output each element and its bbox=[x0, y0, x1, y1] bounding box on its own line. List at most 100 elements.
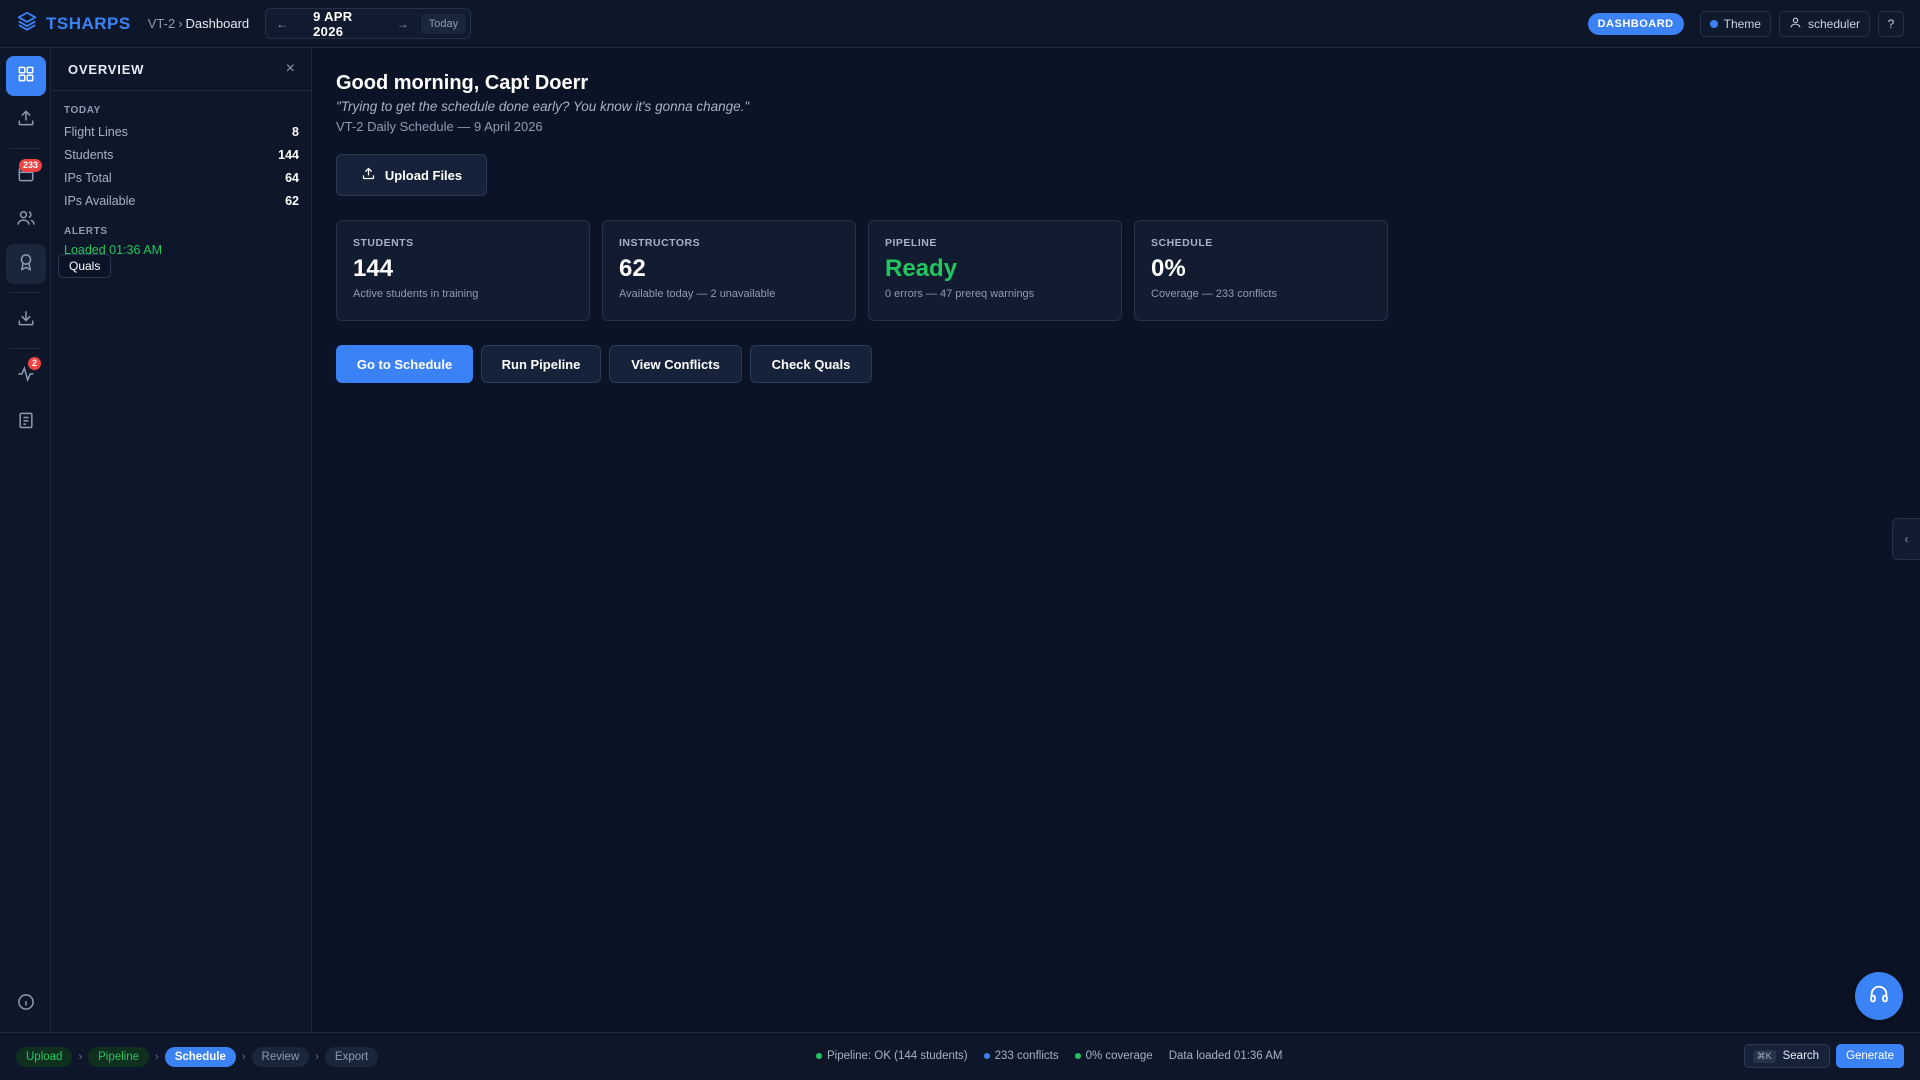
rail-schedule[interactable]: 233 bbox=[6, 156, 46, 196]
mode-badge[interactable]: DASHBOARD bbox=[1587, 13, 1684, 35]
rail-log[interactable] bbox=[6, 402, 46, 442]
theme-label: Theme bbox=[1723, 17, 1761, 31]
card-label: STUDENTS bbox=[353, 237, 414, 249]
card-label: SCHEDULE bbox=[1151, 237, 1213, 249]
theme-dot-icon bbox=[1709, 20, 1718, 28]
status-conflicts-text: 233 conflicts bbox=[994, 1050, 1059, 1062]
quals-tooltip: Quals bbox=[58, 254, 112, 278]
expand-right-panel-button[interactable]: ‹ bbox=[1892, 518, 1920, 560]
workflow-steps: Upload › Pipeline › Schedule › Review › … bbox=[16, 1047, 379, 1067]
card-subtext: Active students in training bbox=[353, 288, 479, 300]
schedule-badge: 233 bbox=[19, 159, 43, 172]
search-shortcut-kbd: ⌘K bbox=[1752, 1049, 1776, 1063]
rail-divider bbox=[10, 292, 41, 293]
activity-badge: 2 bbox=[28, 357, 42, 370]
next-day-button[interactable]: → bbox=[397, 17, 409, 31]
prev-day-button[interactable]: ← bbox=[276, 17, 288, 31]
step-separator: › bbox=[315, 1051, 319, 1063]
headphones-icon bbox=[1868, 983, 1890, 1010]
bottom-bar: Upload › Pipeline › Schedule › Review › … bbox=[0, 1032, 1920, 1080]
brand[interactable]: TSHARPS bbox=[16, 10, 131, 37]
card-value: Ready bbox=[885, 255, 958, 282]
step-upload[interactable]: Upload bbox=[16, 1047, 73, 1067]
status-pipeline-text: Pipeline: OK (144 students) bbox=[827, 1050, 968, 1062]
stat-label: IPs Available bbox=[64, 193, 136, 208]
user-button[interactable]: scheduler bbox=[1778, 11, 1870, 37]
status-coverage-text: 0% coverage bbox=[1085, 1050, 1153, 1062]
status-strip: Pipeline: OK (144 students) 233 conflict… bbox=[816, 1050, 1299, 1062]
stat-row-flight-lines: Flight Lines 8 bbox=[52, 120, 311, 143]
instructors-card[interactable]: INSTRUCTORS 62 Available today — 2 unava… bbox=[602, 220, 856, 321]
generate-button[interactable]: Generate bbox=[1836, 1044, 1904, 1068]
greeting-quote: "Trying to get the schedule done early? … bbox=[336, 99, 750, 114]
check-quals-button[interactable]: Check Quals bbox=[750, 345, 872, 383]
stat-row-students: Students 144 bbox=[52, 143, 311, 166]
status-dot-icon bbox=[1074, 1053, 1081, 1059]
schedule-subtitle: VT-2 Daily Schedule — 9 April 2026 bbox=[336, 119, 543, 134]
status-dot-icon bbox=[983, 1053, 990, 1059]
overview-panel: OVERVIEW × TODAY Flight Lines 8 Students… bbox=[52, 48, 312, 1032]
close-panel-button[interactable]: × bbox=[286, 60, 295, 78]
card-value: 144 bbox=[353, 255, 394, 282]
step-pipeline[interactable]: Pipeline bbox=[88, 1047, 150, 1067]
data-loaded-status: Data loaded 01:36 AM bbox=[1168, 1050, 1283, 1062]
pipeline-card[interactable]: PIPELINE Ready 0 errors — 47 prereq warn… bbox=[868, 220, 1122, 321]
alerts-section-label: ALERTS bbox=[64, 226, 108, 237]
breadcrumb-current: Dashboard bbox=[185, 16, 250, 31]
status-pipeline: Pipeline: OK (144 students) bbox=[816, 1050, 968, 1062]
award-icon bbox=[16, 252, 36, 277]
help-button[interactable]: ? bbox=[1878, 11, 1904, 37]
breadcrumb: VT-2 › Dashboard bbox=[148, 16, 249, 31]
students-card[interactable]: STUDENTS 144 Active students in training bbox=[336, 220, 590, 321]
stat-value: 62 bbox=[285, 193, 299, 208]
status-dot-icon bbox=[816, 1053, 822, 1059]
support-fab-button[interactable] bbox=[1855, 972, 1903, 1020]
card-label: INSTRUCTORS bbox=[619, 237, 701, 249]
rail-divider bbox=[10, 148, 41, 149]
theme-button[interactable]: Theme bbox=[1699, 11, 1771, 37]
rail-people[interactable] bbox=[6, 200, 46, 240]
layers-logo-icon bbox=[16, 10, 38, 37]
grid-icon bbox=[16, 64, 36, 89]
step-separator: › bbox=[78, 1051, 83, 1063]
stat-value: 144 bbox=[278, 147, 299, 162]
today-button[interactable]: Today bbox=[420, 13, 467, 34]
breadcrumb-root[interactable]: VT-2 bbox=[148, 16, 175, 31]
stat-row-ips-total: IPs Total 64 bbox=[52, 166, 311, 189]
rail-export[interactable] bbox=[6, 300, 46, 340]
rail-info[interactable] bbox=[6, 984, 46, 1024]
card-value: 0% bbox=[1151, 255, 1186, 282]
run-pipeline-button[interactable]: Run Pipeline bbox=[481, 345, 601, 383]
stat-label: Flight Lines bbox=[64, 124, 128, 139]
today-section-label: TODAY bbox=[64, 105, 101, 116]
users-icon bbox=[16, 208, 36, 233]
step-export[interactable]: Export bbox=[324, 1047, 379, 1067]
step-separator: › bbox=[241, 1051, 246, 1063]
rail-upload[interactable] bbox=[6, 100, 46, 140]
status-coverage: 0% coverage bbox=[1074, 1050, 1153, 1062]
card-subtext: Coverage — 233 conflicts bbox=[1151, 288, 1277, 300]
left-rail: 233 2 bbox=[0, 48, 51, 1032]
upload-files-label: Upload Files bbox=[384, 167, 463, 183]
search-label: Search bbox=[1782, 1050, 1820, 1062]
rail-divider bbox=[10, 348, 41, 349]
stat-label: IPs Total bbox=[64, 170, 112, 185]
upload-icon bbox=[16, 108, 36, 133]
step-schedule[interactable]: Schedule bbox=[164, 1047, 236, 1067]
rail-dashboard[interactable] bbox=[6, 56, 46, 96]
step-separator: › bbox=[155, 1051, 159, 1063]
date-navigator: ← 9 APR 2026 → Today bbox=[265, 8, 472, 39]
view-conflicts-button[interactable]: View Conflicts bbox=[609, 345, 742, 383]
search-button[interactable]: ⌘K Search bbox=[1743, 1044, 1831, 1068]
greeting-title: Good morning, Capt Doerr bbox=[336, 72, 589, 94]
rail-quals[interactable] bbox=[6, 244, 46, 284]
status-conflicts: 233 conflicts bbox=[983, 1050, 1059, 1062]
go-to-schedule-button[interactable]: Go to Schedule bbox=[336, 345, 473, 383]
rail-activity[interactable]: 2 bbox=[6, 356, 46, 396]
user-icon bbox=[1789, 16, 1808, 32]
current-date[interactable]: 9 APR 2026 bbox=[313, 9, 375, 39]
step-review[interactable]: Review bbox=[251, 1047, 310, 1067]
bottom-actions: ⌘K Search Generate bbox=[1743, 1044, 1904, 1068]
upload-files-button[interactable]: Upload Files bbox=[336, 154, 487, 196]
schedule-card[interactable]: SCHEDULE 0% Coverage — 233 conflicts bbox=[1134, 220, 1388, 321]
